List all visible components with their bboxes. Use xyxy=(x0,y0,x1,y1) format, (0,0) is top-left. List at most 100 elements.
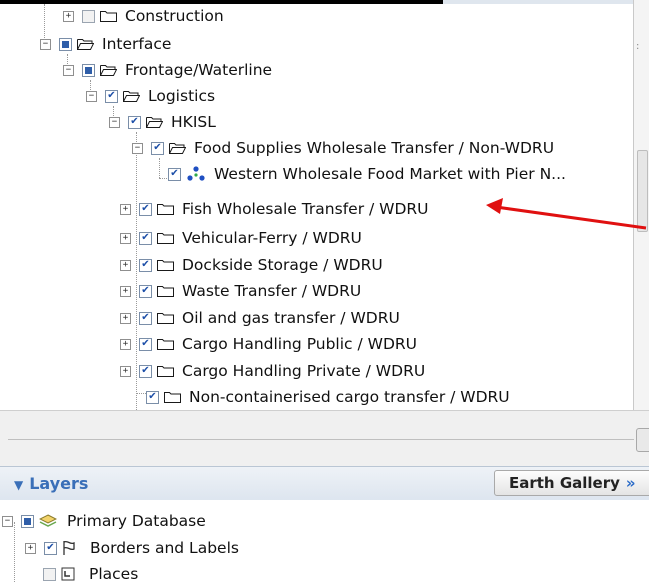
expand-icon[interactable]: + xyxy=(120,232,131,244)
folder-open-icon xyxy=(123,91,140,102)
tree-item-logistics[interactable]: − Logistics xyxy=(86,83,215,109)
tree-item-vehicular-ferry[interactable]: + Vehicular-Ferry / WDRU xyxy=(109,225,362,251)
tree-item-label: Vehicular-Ferry / WDRU xyxy=(182,229,362,247)
tree-connector xyxy=(159,158,160,178)
slider-track[interactable] xyxy=(8,439,634,440)
folder-icon xyxy=(100,11,117,22)
layer-checkbox[interactable] xyxy=(43,567,56,581)
tree-item-hkisl[interactable]: − HKISL xyxy=(109,109,216,135)
layer-checkbox[interactable] xyxy=(21,514,34,528)
folder-icon xyxy=(157,339,174,350)
expand-icon[interactable]: + xyxy=(63,10,74,22)
places-tree-panel[interactable]: + Construction − Interface − Frontage/Wa… xyxy=(0,4,633,410)
scrollbar-thumb[interactable] xyxy=(637,150,648,232)
tree-item-label: Interface xyxy=(102,35,172,53)
tree-item-oil-gas[interactable]: + Oil and gas transfer / WDRU xyxy=(109,305,400,331)
tree-item-cargo-private[interactable]: + Cargo Handling Private / WDRU xyxy=(109,358,425,384)
vertical-scrollbar[interactable]: : xyxy=(633,0,649,410)
tree-item-food-supplies[interactable]: − Food Supplies Wholesale Transfer / Non… xyxy=(132,135,554,161)
tree-item-label: HKISL xyxy=(171,113,216,131)
folder-icon xyxy=(164,392,181,403)
expand-icon[interactable]: + xyxy=(120,365,131,377)
layer-item-borders-labels[interactable]: + Borders and Labels xyxy=(25,535,239,561)
expand-icon[interactable]: + xyxy=(25,542,36,554)
layers-panel-header: ▼ Layers Earth Gallery » xyxy=(0,466,649,502)
layer-checkbox[interactable] xyxy=(139,202,152,216)
collapse-triangle-icon: ▼ xyxy=(14,478,24,492)
layer-checkbox[interactable] xyxy=(59,37,72,51)
layer-item-label: Primary Database xyxy=(67,512,206,530)
tree-item-label: Non-containerised cargo transfer / WDRU xyxy=(189,388,510,406)
expand-icon[interactable]: + xyxy=(120,203,131,215)
layer-checkbox[interactable] xyxy=(139,284,152,298)
slider-knob[interactable] xyxy=(636,428,649,452)
layer-item-label: Places xyxy=(89,565,139,583)
tree-item-label: Dockside Storage / WDRU xyxy=(182,256,383,274)
layer-checkbox[interactable] xyxy=(105,89,118,103)
layer-checkbox[interactable] xyxy=(146,390,159,404)
layer-checkbox[interactable] xyxy=(139,231,152,245)
folder-open-icon xyxy=(100,65,117,76)
folder-icon xyxy=(157,260,174,271)
layer-checkbox[interactable] xyxy=(139,337,152,351)
layer-checkbox[interactable] xyxy=(82,63,95,77)
tree-item-frontage-waterline[interactable]: − Frontage/Waterline xyxy=(63,57,272,83)
folder-open-icon xyxy=(169,143,186,154)
tree-item-label: Cargo Handling Public / WDRU xyxy=(182,335,418,353)
layer-item-label: Borders and Labels xyxy=(90,539,239,557)
tree-item-waste-transfer[interactable]: + Waste Transfer / WDRU xyxy=(109,278,361,304)
layer-checkbox[interactable] xyxy=(139,258,152,272)
layers-title-text: Layers xyxy=(29,474,89,493)
layer-checkbox[interactable] xyxy=(168,167,181,181)
panel-divider xyxy=(0,410,649,467)
tree-item-fish-wholesale[interactable]: + Fish Wholesale Transfer / WDRU xyxy=(109,196,429,222)
collapse-icon[interactable]: − xyxy=(86,90,97,102)
expand-icon[interactable]: + xyxy=(120,259,131,271)
earth-gallery-button[interactable]: Earth Gallery » xyxy=(494,470,649,496)
expand-icon[interactable]: + xyxy=(120,338,131,350)
tree-item-label: Waste Transfer / WDRU xyxy=(182,282,362,300)
tree-item-non-containerised[interactable]: Non-containerised cargo transfer / WDRU xyxy=(146,384,510,410)
places-icon xyxy=(61,567,75,581)
collapse-icon[interactable]: − xyxy=(63,64,74,76)
tree-item-interface[interactable]: − Interface xyxy=(40,31,171,57)
folder-open-icon xyxy=(146,117,163,128)
layer-checkbox[interactable] xyxy=(139,364,152,378)
earth-gallery-label: Earth Gallery xyxy=(509,474,620,492)
tree-item-label: Food Supplies Wholesale Transfer / Non-W… xyxy=(194,139,555,157)
tree-item-label: Frontage/Waterline xyxy=(125,61,273,79)
collapse-icon[interactable]: − xyxy=(2,515,13,527)
flag-icon xyxy=(63,540,75,555)
tree-item-dockside-storage[interactable]: + Dockside Storage / WDRU xyxy=(109,252,383,278)
collapse-icon[interactable]: − xyxy=(109,116,120,128)
folder-icon xyxy=(157,204,174,215)
network-link-icon xyxy=(187,166,205,181)
tree-item-label: Logistics xyxy=(148,87,216,105)
tree-item-label: Cargo Handling Private / WDRU xyxy=(182,362,426,380)
tree-item-label: Construction xyxy=(125,7,224,25)
layer-checkbox[interactable] xyxy=(128,115,141,129)
collapse-icon[interactable]: − xyxy=(40,38,51,50)
tree-item-cargo-public[interactable]: + Cargo Handling Public / WDRU xyxy=(109,331,417,357)
collapse-icon[interactable]: − xyxy=(132,142,143,154)
folder-icon xyxy=(157,286,174,297)
double-chevron-right-icon: » xyxy=(625,474,636,492)
tree-item-construction[interactable]: + Construction xyxy=(63,4,224,29)
layer-item-primary-database[interactable]: − Primary Database xyxy=(2,508,206,534)
layer-checkbox[interactable] xyxy=(139,311,152,325)
layers-icon xyxy=(39,514,57,527)
expand-icon[interactable]: + xyxy=(120,285,131,297)
layer-checkbox[interactable] xyxy=(82,9,95,23)
tree-item-label: Western Wholesale Food Market with Pier … xyxy=(214,165,566,183)
tree-item-label: Oil and gas transfer / WDRU xyxy=(182,309,400,327)
layers-tree-panel[interactable]: − Primary Database + Borders and Labels … xyxy=(0,500,649,583)
folder-icon xyxy=(157,233,174,244)
scroll-grip-icon: : xyxy=(636,41,640,52)
layer-item-places[interactable]: Places xyxy=(43,561,138,587)
tree-item-western-wholesale[interactable]: Western Wholesale Food Market with Pier … xyxy=(168,161,566,187)
tree-item-label: Fish Wholesale Transfer / WDRU xyxy=(182,200,429,218)
expand-icon[interactable]: + xyxy=(120,312,131,324)
layer-checkbox[interactable] xyxy=(151,141,164,155)
layers-title[interactable]: ▼ Layers xyxy=(14,474,88,493)
layer-checkbox[interactable] xyxy=(44,541,57,555)
